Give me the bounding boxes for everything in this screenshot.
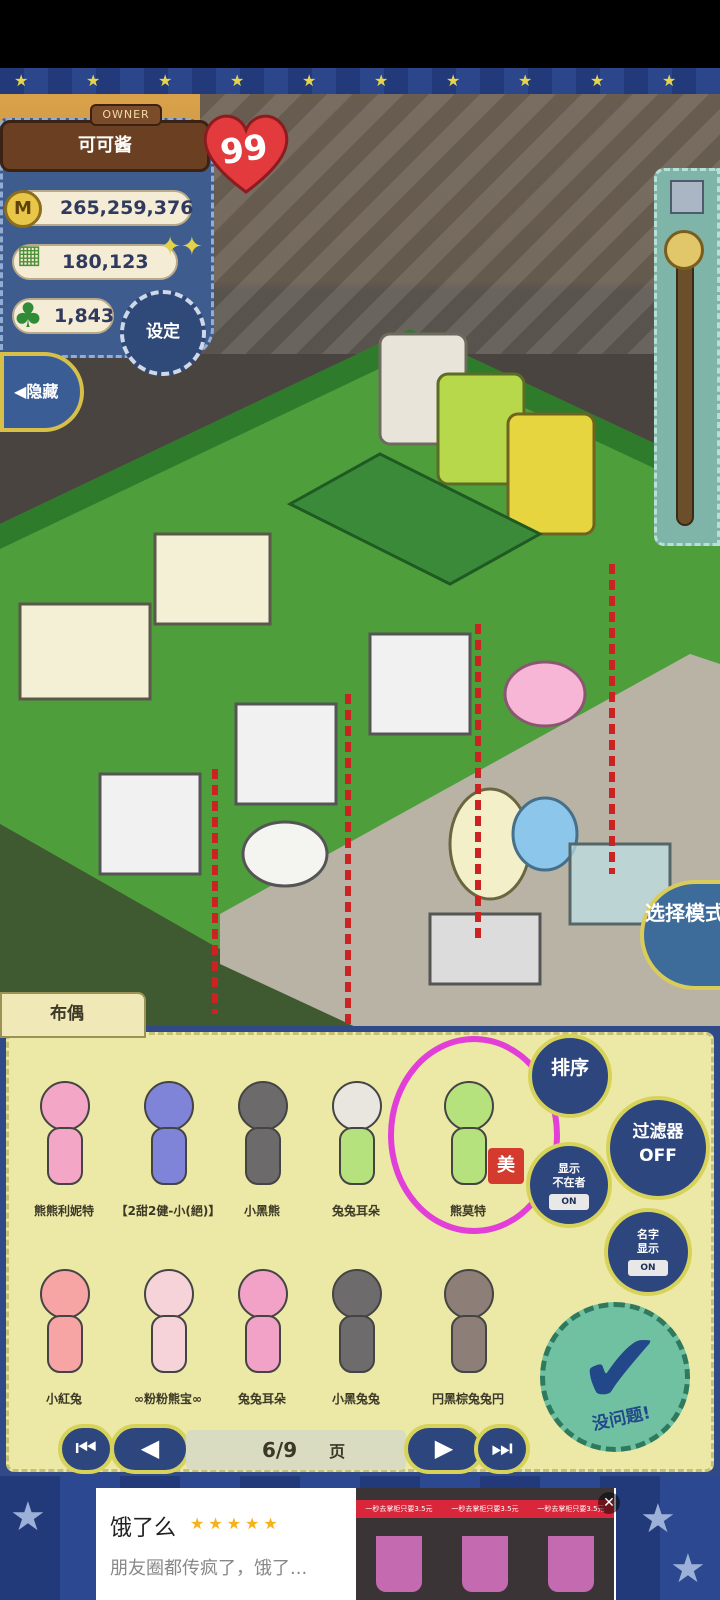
yellow-barrel bbox=[506, 412, 596, 536]
first-page-button[interactable]: ⏮ bbox=[58, 1424, 114, 1474]
ad-image: 一秒去掌柜只要3.5元 bbox=[442, 1488, 528, 1600]
last-page-button[interactable]: ⏭ bbox=[474, 1424, 530, 1474]
item-slot[interactable]: 小黑兔兔 bbox=[306, 1250, 406, 1420]
page-number: 6/9 bbox=[262, 1438, 298, 1462]
owner-tag: OWNER bbox=[90, 104, 162, 126]
settings-button[interactable]: 设定 bbox=[120, 290, 206, 376]
left-arrow-icon: ◀ bbox=[14, 382, 27, 401]
show-names-label-1: 名字 bbox=[637, 1228, 659, 1241]
filter-label: 过滤器 bbox=[632, 1122, 684, 1142]
ad-description: 朋友圈都传疯了，饿了... bbox=[110, 1558, 308, 1579]
next-page-button[interactable]: ▶ bbox=[404, 1424, 484, 1474]
washer-2 bbox=[234, 702, 338, 806]
washer-3 bbox=[368, 632, 472, 736]
ad-image-banner: 一秒去掌柜只要3.5元 bbox=[356, 1500, 442, 1518]
page-indicator: 6/9 页 bbox=[186, 1430, 406, 1470]
item-slot[interactable]: 【2甜2健-小(絕)】 bbox=[116, 1062, 220, 1232]
cup-icon bbox=[462, 1536, 508, 1592]
crate-icon: ▦ bbox=[16, 240, 42, 270]
ad-image: 一秒去掌柜只要3.5元 bbox=[356, 1488, 442, 1600]
cup-icon bbox=[548, 1536, 594, 1592]
food-stall-2 bbox=[18, 602, 152, 701]
item-label: 熊熊利妮特 bbox=[33, 1204, 94, 1218]
ad-banner[interactable]: 饿了么 ★★★★★ 朋友圈都传疯了，饿了... 一秒去掌柜只要3.5元 一秒去掌… bbox=[96, 1488, 616, 1600]
hide-label: 隐藏 bbox=[26, 382, 59, 401]
page-suffix: 页 bbox=[329, 1442, 346, 1461]
filter-button[interactable]: 过滤器 OFF bbox=[606, 1096, 710, 1200]
doll-figure bbox=[40, 1269, 90, 1373]
doll-figure bbox=[40, 1081, 90, 1185]
close-icon[interactable]: ✕ bbox=[598, 1492, 620, 1514]
item-slot[interactable]: 熊熊利妮特 bbox=[14, 1062, 114, 1232]
beauty-badge: 美 bbox=[488, 1148, 524, 1184]
coin-icon: M bbox=[4, 190, 42, 228]
status-bar-area bbox=[0, 0, 720, 68]
show-absent-label-2: 不在者 bbox=[552, 1176, 586, 1189]
show-absent-label-1: 显示 bbox=[558, 1162, 580, 1175]
doll-figure bbox=[238, 1269, 288, 1373]
item-slot[interactable]: 小黑熊 bbox=[212, 1062, 312, 1232]
show-names-toggle[interactable]: 名字 显示 ON bbox=[604, 1208, 692, 1296]
show-names-label-2: 显示 bbox=[637, 1242, 659, 1255]
item-slot[interactable]: 小紅兔 bbox=[14, 1250, 114, 1420]
hide-button[interactable]: ◀隐藏 bbox=[0, 352, 84, 432]
blue-bunny bbox=[511, 796, 579, 872]
food-stall-1 bbox=[153, 532, 272, 626]
category-tab[interactable]: 布偶 bbox=[0, 992, 146, 1038]
doll-figure bbox=[144, 1081, 194, 1185]
cube-icon bbox=[670, 180, 704, 214]
show-absent-switch[interactable]: ON bbox=[549, 1194, 589, 1210]
statue-pedestal bbox=[428, 912, 542, 986]
ad-image-banner: 一秒去掌柜只要3.5元 bbox=[442, 1500, 528, 1518]
owner-name[interactable]: 可可酱 bbox=[30, 130, 180, 162]
doll-figure bbox=[444, 1269, 494, 1373]
show-absent-toggle[interactable]: 显示 不在者 ON bbox=[526, 1142, 612, 1228]
ad-title: 饿了么 bbox=[110, 1516, 177, 1541]
ad-rating-stars: ★★★★★ bbox=[190, 1514, 282, 1533]
doll-figure bbox=[238, 1081, 288, 1185]
clover-icon: ♣ bbox=[12, 296, 44, 336]
show-names-switch[interactable]: ON bbox=[628, 1260, 668, 1276]
zoom-knob[interactable] bbox=[664, 230, 704, 270]
item-slot[interactable]: ∞粉粉熊宝∞ bbox=[118, 1250, 218, 1420]
item-label: 小黑兔兔 bbox=[331, 1392, 380, 1406]
item-label: 小紅兔 bbox=[45, 1392, 82, 1406]
filter-state: OFF bbox=[639, 1146, 677, 1166]
cup-icon bbox=[376, 1536, 422, 1592]
doll-girl bbox=[503, 660, 587, 728]
sparkle-icon: ✦✦ bbox=[159, 232, 203, 262]
sheep-figure bbox=[241, 820, 329, 888]
item-label: 兔兔耳朵 bbox=[331, 1204, 380, 1218]
doll-figure bbox=[144, 1269, 194, 1373]
doll-figure bbox=[332, 1269, 382, 1373]
item-slot[interactable]: 兔兔耳朵 bbox=[212, 1250, 312, 1420]
sort-button[interactable]: 排序 bbox=[528, 1034, 612, 1118]
zoom-track[interactable] bbox=[676, 236, 694, 526]
washer-1 bbox=[98, 772, 202, 876]
top-star-border: ★ ★ ★ ★ ★ ★ ★ ★ ★ ★ bbox=[0, 68, 720, 94]
item-slot[interactable]: 円黑棕兔兔円 bbox=[418, 1250, 518, 1420]
item-label: 円黑棕兔兔円 bbox=[431, 1392, 504, 1406]
prev-page-button[interactable]: ◀ bbox=[110, 1424, 190, 1474]
doll-figure bbox=[332, 1081, 382, 1185]
